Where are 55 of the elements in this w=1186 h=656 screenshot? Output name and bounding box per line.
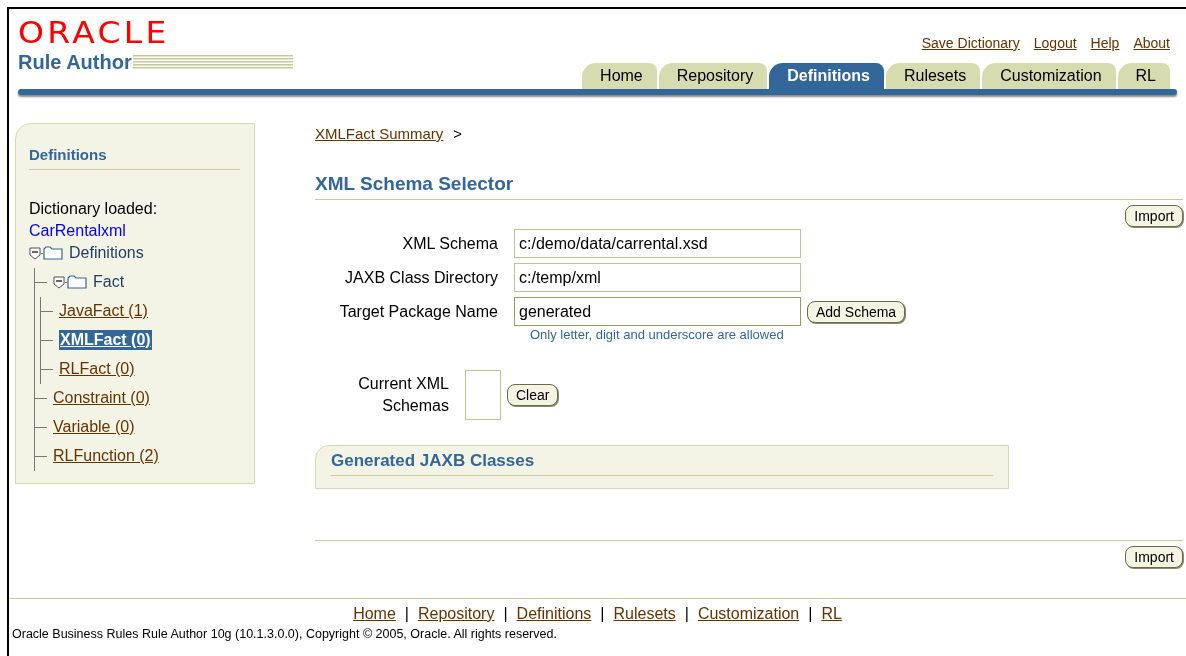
product-name: Rule Author bbox=[18, 50, 132, 74]
tree-link[interactable]: Variable (0) bbox=[53, 417, 135, 437]
text-field[interactable]: c:/temp/xml bbox=[514, 263, 801, 292]
footer-separator: | bbox=[600, 604, 605, 624]
text-field[interactable]: generated bbox=[514, 297, 801, 326]
header-link[interactable]: Logout bbox=[1033, 33, 1077, 54]
breadcrumb-link[interactable]: XMLFact Summary bbox=[315, 123, 444, 146]
import-button[interactable]: Import bbox=[1125, 205, 1183, 227]
footer-link[interactable]: Customization bbox=[697, 602, 800, 626]
nav-tab[interactable]: Rulesets bbox=[885, 63, 981, 89]
footer-link[interactable]: Definitions bbox=[516, 602, 592, 626]
sidebar-caption: Dictionary loaded: bbox=[29, 198, 159, 219]
header-link[interactable]: Help bbox=[1090, 33, 1120, 54]
field-hint: Only letter, digit and underscore are allowed bbox=[530, 327, 785, 343]
dictionary-link[interactable]: CarRentalxml bbox=[29, 219, 240, 242]
tree-link[interactable]: RLFact (0) bbox=[59, 359, 135, 379]
header-link[interactable]: About bbox=[1133, 33, 1170, 54]
footer-link[interactable]: RL bbox=[821, 602, 842, 626]
field-label: Target Package Name bbox=[338, 301, 499, 322]
panel-title: Generated JAXB Classes bbox=[331, 448, 993, 476]
collapse-icon[interactable] bbox=[53, 275, 65, 289]
collapse-icon[interactable] bbox=[29, 246, 41, 260]
page-title: XML Schema Selector bbox=[315, 169, 1183, 200]
text-field[interactable]: c:/demo/data/carrental.xsd bbox=[514, 229, 801, 258]
nav-tab[interactable]: Definitions bbox=[769, 63, 884, 89]
nav-tab[interactable]: Customization bbox=[982, 63, 1116, 89]
import-button[interactable]: Import bbox=[1125, 546, 1183, 568]
footer-separator: | bbox=[808, 604, 813, 624]
nav-tab[interactable]: Home bbox=[582, 63, 657, 89]
nav-tab[interactable]: Repository bbox=[658, 63, 768, 89]
footer-separator: | bbox=[503, 604, 508, 624]
add-schema-button[interactable]: Add Schema bbox=[807, 300, 906, 323]
header-link[interactable]: Save Dictionary bbox=[921, 33, 1020, 54]
tree-link[interactable]: RLFunction (2) bbox=[53, 446, 159, 466]
tree-link[interactable]: JavaFact (1) bbox=[59, 301, 148, 321]
field-label: JAXB Class Directory bbox=[344, 267, 499, 288]
footer-link[interactable]: Repository bbox=[417, 602, 495, 626]
folder-icon bbox=[43, 246, 63, 260]
tree-folder-label[interactable]: Definitions bbox=[69, 243, 144, 263]
field-label: XML Schema bbox=[401, 233, 499, 254]
footer-link[interactable]: Home bbox=[353, 602, 396, 626]
oracle-logo: ORACLE bbox=[18, 19, 171, 47]
field-label: Current XML Schemas bbox=[357, 374, 450, 416]
footer-separator: | bbox=[404, 604, 409, 624]
tree-folder-label[interactable]: Fact bbox=[93, 272, 125, 292]
tree-link[interactable]: XMLFact (0) bbox=[59, 330, 152, 350]
breadcrumb-separator: > bbox=[453, 124, 463, 144]
sidebar-title: Definitions bbox=[29, 144, 240, 170]
footer-separator: | bbox=[684, 604, 689, 624]
clear-button[interactable]: Clear bbox=[507, 384, 559, 406]
folder-icon bbox=[67, 275, 87, 289]
nav-tab[interactable]: RL bbox=[1117, 63, 1170, 89]
copyright-text: Oracle Business Rules Rule Author 10g (10.1.3.0.0), Copyright © 2005, Oracle. All rights reserved. bbox=[12, 626, 558, 642]
tree-link[interactable]: Constraint (0) bbox=[53, 388, 150, 408]
footer-link[interactable]: Rulesets bbox=[613, 602, 676, 626]
